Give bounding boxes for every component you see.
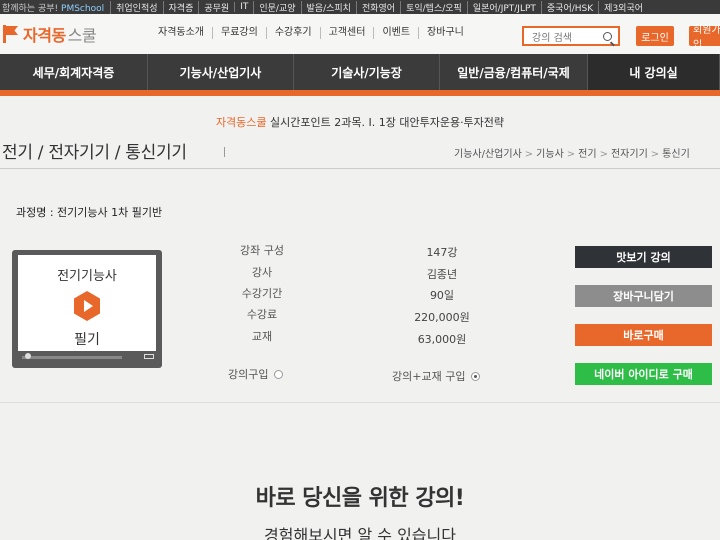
toplink-speech[interactable]: 발음/스피치	[300, 0, 356, 14]
section-divider	[0, 402, 720, 403]
gnb-events[interactable]: 이벤트	[373, 27, 418, 39]
video-progress-handle	[25, 353, 31, 359]
option-label: 강의구입	[228, 368, 269, 381]
nav-craftsman-industrial[interactable]: 기능사/산업기사	[148, 54, 294, 90]
radio-button[interactable]	[274, 369, 284, 379]
gnb-about[interactable]: 자격동소개	[150, 27, 212, 39]
thumbnail-subtitle: 필기	[74, 332, 100, 348]
site-logo[interactable]: 자격동 스쿨	[2, 22, 97, 46]
chevron-right-icon: >	[650, 149, 660, 160]
option-lecture-textbook[interactable]: 강의+교재 구입	[392, 368, 481, 384]
gnb-cart[interactable]: 장바구니	[418, 27, 472, 39]
add-to-cart-button[interactable]: 장바구니담기	[575, 285, 712, 307]
title-divider	[224, 147, 225, 157]
gnb-reviews[interactable]: 수강후기	[265, 27, 320, 39]
nav-my-classroom[interactable]: 내 강의실	[588, 54, 720, 90]
promo-slogan: 바로 당신을 위한 강의!	[255, 486, 465, 511]
search-icon[interactable]	[603, 32, 612, 41]
info-value-composition: 147강	[426, 246, 458, 259]
info-value-textbook: 63,000원	[417, 333, 467, 346]
toplink-career[interactable]: 취업인적성	[110, 0, 162, 14]
info-label-instructor: 강사	[251, 266, 273, 279]
option-label: 강의+교재 구입	[392, 370, 466, 383]
nav-general-finance[interactable]: 일반/금융/컴퓨터/국제	[440, 54, 588, 90]
main-nav: 세무/회계자격증 기능사/산업기사 기술사/기능장 일반/금융/컴퓨터/국제 내…	[0, 54, 720, 90]
nav-accent-line	[0, 90, 720, 96]
page-title: 전기 / 전자기기 / 통신기기	[2, 143, 187, 163]
search-input[interactable]: 강의 검색	[522, 26, 620, 46]
toplink-phone-english[interactable]: 전화영어	[355, 0, 400, 14]
toplink-japanese[interactable]: 일본어/JPT/JLPT	[466, 0, 541, 14]
toplink-certificate[interactable]: 자격증	[162, 0, 199, 14]
option-lecture-only[interactable]: 강의구입	[228, 366, 284, 382]
naver-purchase-button[interactable]: 네이버 아이디로 구매	[575, 363, 712, 385]
info-value-instructor: 김종년	[426, 268, 458, 281]
fullscreen-icon	[144, 354, 154, 359]
preview-lecture-button[interactable]: 맛보기 강의	[575, 246, 712, 268]
join-button[interactable]: 회원가입	[689, 25, 720, 51]
section-divider	[0, 168, 720, 169]
info-value-fee: 220,000원	[414, 311, 470, 324]
global-nav: 자격동소개 무료강의 수강후기 고객센터 이벤트 장바구니	[150, 27, 472, 39]
site-header: 자격동 스쿨 자격동소개 무료강의 수강후기 고객센터 이벤트 장바구니 강의 검…	[0, 14, 720, 54]
promo-text: 함께하는 공부! PMSchool	[2, 3, 105, 14]
promo-subtitle: 경험해보시면 알 수 있습니다	[264, 526, 456, 540]
chevron-right-icon: >	[599, 149, 608, 160]
ticker-text: 실시간포인트 2과목. I. 1장 대안투자운용·투자전략	[266, 116, 505, 129]
radio-button-selected[interactable]	[471, 371, 481, 381]
video-progress-bar	[22, 356, 122, 359]
info-label-fee: 수강료	[246, 308, 278, 321]
top-promo-bar: 함께하는 공부! PMSchool 취업인적성 자격증 공무원 IT 인문/교양…	[0, 0, 720, 14]
search-placeholder: 강의 검색	[532, 32, 572, 44]
breadcrumb-item[interactable]: 기능사/산업기사	[454, 149, 522, 160]
toplink-chinese[interactable]: 중국어/HSK	[540, 0, 598, 14]
breadcrumb-item[interactable]: 전자기기	[611, 149, 648, 160]
ticker-brand: 자격동스쿨	[215, 116, 267, 129]
play-icon[interactable]	[74, 291, 100, 321]
realtime-ticker[interactable]: 자격동스쿨 실시간포인트 2과목. I. 1장 대안투자운용·투자전략	[0, 114, 720, 130]
breadcrumb-item[interactable]: 통신기	[662, 149, 690, 160]
info-label-period: 수강기간	[241, 287, 283, 300]
nav-tax-accounting[interactable]: 세무/회계자격증	[0, 54, 148, 90]
breadcrumb-item[interactable]: 기능사	[536, 149, 564, 160]
toplink-humanities[interactable]: 인문/교양	[253, 0, 300, 14]
thumbnail-title: 전기기능사	[57, 269, 117, 284]
gnb-free-lectures[interactable]: 무료강의	[212, 27, 266, 39]
info-label-composition: 강좌 구성	[240, 244, 284, 257]
gnb-customer-center[interactable]: 고객센터	[319, 27, 374, 39]
info-label-textbook: 교재	[251, 330, 273, 343]
chevron-right-icon: >	[524, 149, 534, 160]
flag-icon	[2, 25, 20, 43]
breadcrumb: 기능사/산업기사 > 기능사 > 전기 > 전자기기 > 통신기	[454, 145, 690, 160]
toplink-it[interactable]: IT	[234, 2, 253, 12]
info-value-period: 90일	[429, 289, 455, 302]
toplink-third-language[interactable]: 제3외국어	[598, 0, 648, 14]
toplink-civil-service[interactable]: 공무원	[198, 0, 234, 14]
thumbnail-screen: 전기기능사 필기	[18, 255, 156, 351]
course-thumbnail[interactable]: 전기기능사 필기	[12, 250, 162, 368]
buy-now-button[interactable]: 바로구매	[575, 324, 712, 346]
toplink-toeic[interactable]: 토익/텝스/오픽	[400, 0, 467, 14]
nav-engineer-master[interactable]: 기술사/기능장	[294, 54, 440, 90]
course-name: 과정명 : 전기기능사 1차 필기반	[16, 206, 163, 219]
chevron-right-icon: >	[566, 149, 576, 160]
breadcrumb-item[interactable]: 전기	[578, 149, 596, 160]
login-button[interactable]: 로그인	[636, 26, 674, 46]
